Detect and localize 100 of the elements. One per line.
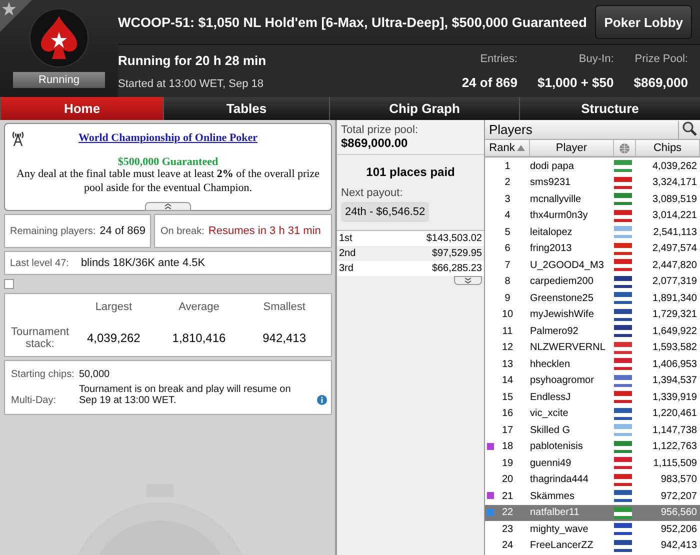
- chips-cell-text: 1,220,461: [652, 408, 698, 420]
- rank-cell-text: 5: [504, 226, 512, 238]
- chips-cell-text: 2,497,574: [652, 243, 698, 254]
- deal-rule-text: Any deal at the final table must leave at least 2% of the overall prize pool aside for the eventual Champion.: [15, 168, 320, 196]
- spade-logo: [29, 8, 89, 68]
- player-row[interactable]: 18 pablotenisis 1,122,763: [485, 438, 700, 455]
- player-name: mcnallyville: [530, 194, 582, 205]
- chips-cell-text: 3,014,221: [652, 210, 698, 222]
- player-row[interactable]: 3 mcnallyville 3,089,519: [485, 191, 700, 208]
- player-name: Skilled G: [530, 424, 572, 436]
- total-pool-value: $869,000.00: [341, 136, 409, 150]
- rank-cell-text: 17: [500, 424, 514, 436]
- player-row[interactable]: 22 natfalber11 956,560: [485, 504, 700, 521]
- chips-cell-text: 2,541,113: [652, 226, 698, 238]
- prize-amount: $97,529.95: [432, 248, 482, 259]
- star-icon[interactable]: [2, 2, 16, 16]
- player-name: Palmero92: [530, 326, 580, 337]
- chips-cell-text: 1,339,919: [652, 392, 698, 403]
- guarantee-text: $500,000 Guaranteed: [116, 156, 220, 168]
- stat-label: Entries:: [480, 52, 518, 64]
- player-row[interactable]: 9 Greenstone25 1,891,340: [485, 290, 700, 306]
- chips-cell-text: 1,394,537: [652, 375, 698, 386]
- detail-value: Tournament is on break and play will resume on Sep 19 at 13:00 WET.: [79, 384, 292, 406]
- player-row[interactable]: 17 Skilled G 1,147,738: [485, 422, 700, 438]
- rank-cell-text: 15: [500, 392, 514, 403]
- chips-cell-text: 942,413: [660, 540, 698, 552]
- player-row[interactable]: 8 carpediem200 2,077,319: [485, 274, 700, 290]
- player-row[interactable]: 23 mighty_wave 952,206: [485, 521, 700, 538]
- chevrons-up-icon: [163, 203, 173, 210]
- stack-value: 942,413: [262, 330, 308, 344]
- rank-cell-text: 16: [500, 408, 514, 420]
- player-row[interactable]: 15 EndlessJ 1,339,919: [485, 389, 700, 406]
- stat-value: $869,000: [634, 74, 688, 90]
- chips-cell-text: 956,560: [660, 507, 698, 518]
- next-payout-value: 24th - $6,546.52: [341, 202, 430, 222]
- break-value: Resumes in 3 h 31 min: [208, 225, 321, 237]
- chips-cell-text: 1,115,509: [652, 458, 698, 469]
- info-icon[interactable]: [317, 395, 327, 406]
- player-row[interactable]: 12 NLZWERVERNL 1,593,582: [485, 340, 700, 356]
- rank-cell-text: 12: [500, 342, 514, 354]
- tab[interactable]: Tables: [163, 97, 329, 120]
- player-row[interactable]: 4 thx4urm0n3y 3,014,221: [485, 208, 700, 224]
- wcoop-link[interactable]: World Championship of Online Poker: [78, 132, 258, 144]
- player-row[interactable]: 13 hhecklen 1,406,953: [485, 356, 700, 372]
- player-name: fring2013: [530, 243, 573, 254]
- chips-cell-text: 3,089,519: [652, 194, 698, 205]
- prize-place: 2nd: [339, 248, 356, 259]
- player-name: Greenstone25: [530, 292, 594, 304]
- player-name: hhecklen: [530, 358, 572, 370]
- player-name: FreeLancerZZ: [530, 540, 594, 552]
- player-name: dodi papa: [530, 160, 575, 172]
- rank-cell-text: 2: [504, 177, 512, 188]
- expand-button[interactable]: [454, 276, 482, 285]
- player-row[interactable]: 19 guenni49 1,115,509: [485, 455, 700, 472]
- chips-cell-text: 1,649,922: [652, 326, 698, 337]
- player-row[interactable]: 11 Palmero92 1,649,922: [485, 323, 700, 340]
- player-name: sms9231: [530, 177, 572, 188]
- tab[interactable]: Chip Graph: [329, 97, 519, 120]
- player-name: Skämmes: [530, 490, 576, 502]
- rank-cell-text: 18: [500, 441, 514, 452]
- player-row[interactable]: 1 dodi papa 4,039,262: [485, 158, 700, 174]
- column-header[interactable]: Chips: [636, 140, 700, 156]
- prize-place: 3rd: [339, 263, 354, 274]
- tab[interactable]: Structure: [519, 97, 700, 120]
- player-row[interactable]: 6 fring2013 2,497,574: [485, 240, 700, 257]
- stack-value: 4,039,262: [86, 330, 142, 344]
- player-row[interactable]: 16 vic_xcite 1,220,461: [485, 406, 700, 422]
- prize-amount: $66,285.23: [432, 263, 482, 274]
- tournament-title: WCOOP-51: $1,050 NL Hold'em [6-Max, Ultra-Deep], $500,000 Guaranteed: [118, 14, 587, 30]
- checkbox[interactable]: [4, 279, 14, 289]
- player-row[interactable]: 5 leitalopez 2,541,113: [485, 224, 700, 240]
- player-name: guenni49: [530, 458, 572, 469]
- level-value: blinds 18K/36K ante 4.5K: [80, 257, 206, 269]
- column-header[interactable]: Rank: [485, 140, 530, 156]
- player-name: psyhoagromor: [530, 375, 595, 386]
- stat-label: Buy-In:: [578, 52, 614, 64]
- places-paid: 101 places paid: [365, 164, 456, 181]
- rank-cell-text: 8: [504, 276, 512, 288]
- player-name: myJewishWife: [530, 309, 595, 320]
- rank-cell-text: 20: [500, 474, 514, 486]
- player-row[interactable]: 24 FreeLancerZZ 942,413: [485, 538, 700, 554]
- chips-cell-text: 3,324,171: [652, 177, 698, 188]
- collapse-button[interactable]: [145, 202, 191, 211]
- start-time: Started at 13:00 WET, Sep 18: [118, 78, 265, 90]
- tab[interactable]: Home: [0, 97, 163, 120]
- player-row[interactable]: 14 psyhoagromor 1,394,537: [485, 372, 700, 389]
- player-row[interactable]: 2 sms9231 3,324,171: [485, 174, 700, 191]
- player-row[interactable]: 7 U_2GOOD4_M3 2,447,820: [485, 257, 700, 274]
- player-row[interactable]: 20 thagrinda444 983,570: [485, 472, 700, 488]
- rank-cell-text: 10: [500, 309, 514, 320]
- stat-value: $1,000 + $50: [537, 74, 614, 90]
- column-header[interactable]: Player: [530, 140, 614, 156]
- poker-lobby-button[interactable]: Poker Lobby: [595, 5, 692, 39]
- player-row[interactable]: 10 myJewishWife 1,729,321: [485, 306, 700, 323]
- player-name: thx4urm0n3y: [530, 210, 589, 222]
- rank-cell-text: 19: [500, 458, 514, 469]
- player-row[interactable]: 21 Skämmes 972,207: [485, 488, 700, 504]
- detail-label: Multi-Day:: [11, 395, 58, 406]
- rank-cell-text: 7: [504, 260, 512, 271]
- status-badge: Running: [13, 72, 105, 88]
